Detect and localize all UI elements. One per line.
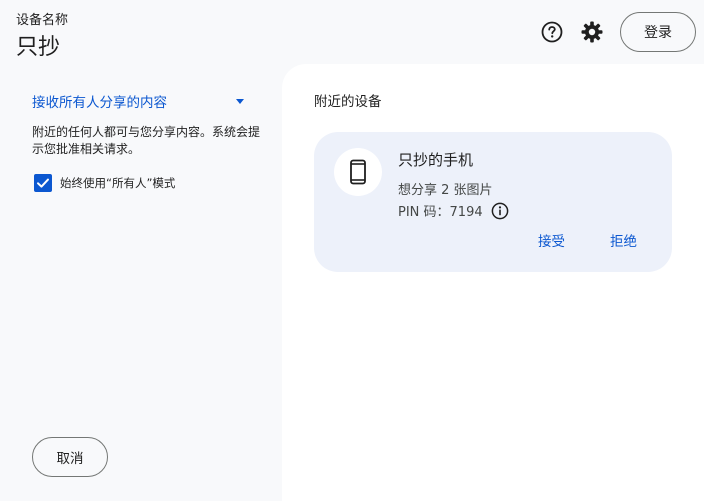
pin-code: PIN 码：7194 [398,205,483,220]
gear-icon [581,21,603,43]
always-everyone-checkbox[interactable] [34,174,52,192]
help-circle-icon [541,21,563,43]
section-title: 附近的设备 [314,94,382,110]
smartphone-icon [350,159,366,185]
login-button[interactable]: 登录 [620,12,696,52]
reject-button[interactable]: 拒绝 [610,230,637,250]
accept-button[interactable]: 接受 [538,230,565,250]
nearby-devices-panel: 附近的设备 只抄的手机 想分享 2 张图片 PIN 码：7194 接受 拒绝 [282,64,704,501]
info-icon [491,202,508,219]
share-description: 想分享 2 张图片 [398,183,493,198]
visibility-description: 附近的任何人都可与您分享内容。系统会提示您批准相关请求。 [32,125,261,156]
device-name-title: 只抄 [16,35,61,60]
caret-down-icon [236,98,244,104]
always-everyone-row: 始终使用“所有人”模式 [34,174,175,192]
always-everyone-label: 始终使用“所有人”模式 [60,176,176,190]
device-name-caption: 设备名称 [16,13,69,28]
left-panel: 接收所有人分享的内容 附近的任何人都可与您分享内容。系统会提示您批准相关请求。 … [0,64,282,501]
visibility-dropdown-label: 接收所有人分享的内容 [32,95,167,111]
settings-button[interactable] [579,19,605,45]
help-button[interactable] [539,19,565,45]
device-name: 只抄的手机 [398,151,474,169]
pin-row: PIN 码：7194 [398,201,509,220]
visibility-dropdown[interactable]: 接收所有人分享的内容 [32,90,248,112]
device-request-card: 只抄的手机 想分享 2 张图片 PIN 码：7194 接受 拒绝 [314,132,672,272]
pin-info-button[interactable] [491,202,509,220]
cancel-button[interactable]: 取消 [32,437,108,477]
nearby-share-window: 设备名称 只抄 登录 接收所有人分享的内容 附近的任何人都可与您分享内容。系统会… [0,0,704,501]
device-avatar [334,148,382,196]
check-icon [37,178,49,188]
